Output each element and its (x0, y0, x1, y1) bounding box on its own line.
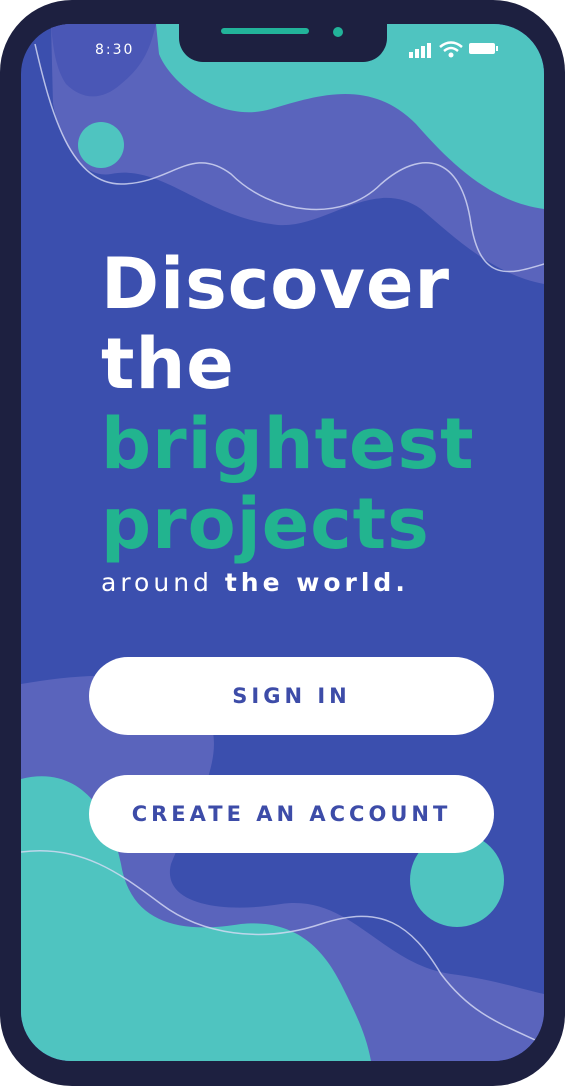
headline: Discover the brightest projects (101, 244, 531, 564)
phone-notch (179, 24, 387, 62)
app-screen: 8:30 Discover the brightest projects aro… (21, 24, 544, 1061)
sign-in-button[interactable]: SIGN IN (89, 657, 494, 735)
front-camera (333, 27, 343, 37)
phone-frame: 8:30 Discover the brightest projects aro… (0, 0, 565, 1086)
top-teal-circle (78, 122, 124, 168)
wifi-icon (439, 41, 463, 58)
status-time: 8:30 (95, 42, 135, 58)
tagline: around the world. (101, 568, 409, 597)
status-icons (409, 40, 501, 58)
tagline-regular: around (101, 568, 225, 597)
headline-line-3: brightest (101, 403, 475, 485)
headline-line-1: Discover (101, 243, 450, 325)
create-account-button[interactable]: CREATE AN ACCOUNT (89, 775, 494, 853)
tagline-bold: the world. (224, 568, 409, 597)
headline-line-2: the (101, 323, 235, 405)
headline-line-4: projects (101, 483, 430, 565)
signal-icon (409, 43, 431, 58)
speaker-grille (221, 28, 309, 34)
battery-icon (469, 43, 498, 54)
